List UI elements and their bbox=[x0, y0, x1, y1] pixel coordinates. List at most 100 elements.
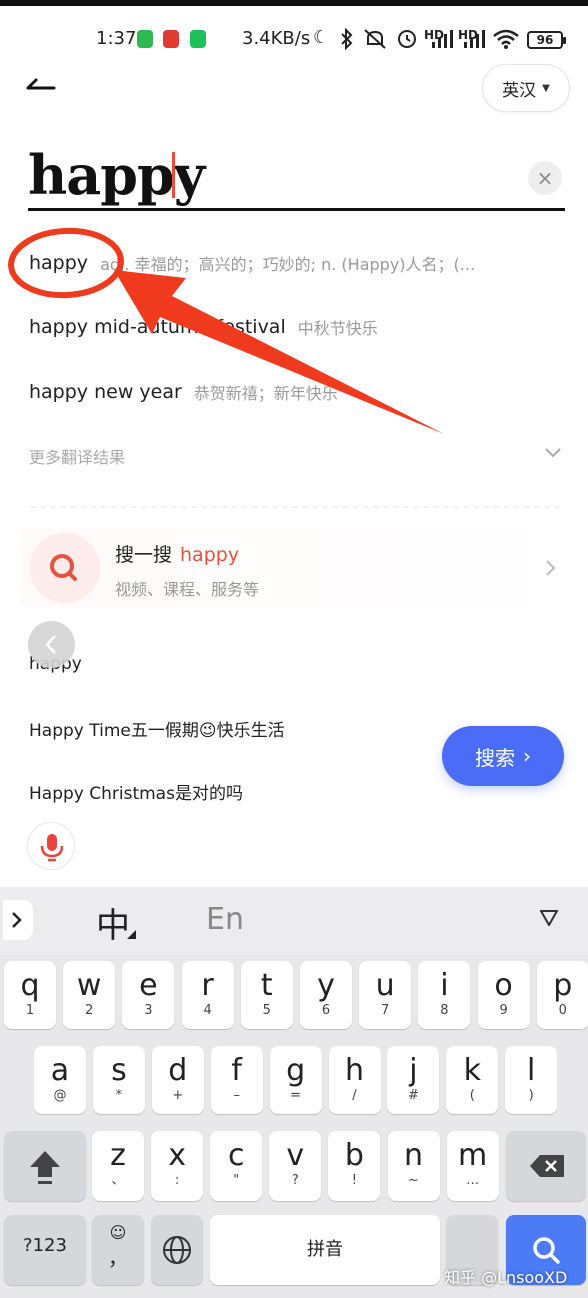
chat-notification-icon bbox=[190, 30, 206, 48]
english-mode-button[interactable]: En bbox=[206, 902, 244, 937]
clear-icon[interactable]: × bbox=[528, 161, 562, 195]
chevron-down-icon[interactable] bbox=[544, 446, 562, 460]
key-letter: b bbox=[344, 1138, 364, 1173]
suggestion-item[interactable]: happy mid-autumn festival 中秋节快乐 bbox=[29, 307, 559, 347]
back-arrow-icon[interactable] bbox=[24, 72, 56, 96]
microphone-icon bbox=[40, 834, 64, 862]
key-x[interactable]: x: bbox=[151, 1131, 204, 1201]
key-letter: y bbox=[317, 968, 335, 1003]
language-direction-button[interactable]: 英汉 ▼ bbox=[482, 64, 570, 112]
watermark: 知乎 @LnsooXD bbox=[444, 1268, 568, 1287]
key-symbol: 4 bbox=[203, 1003, 212, 1018]
comma-label: ， bbox=[108, 1246, 128, 1270]
key-letter: p bbox=[553, 968, 573, 1003]
key-symbol: 3 bbox=[144, 1003, 153, 1018]
suggestion-word: happy new year bbox=[29, 381, 182, 403]
search-button-label: 搜索 bbox=[475, 745, 515, 770]
suggestion-item[interactable]: happy adj. 幸福的；高兴的；巧妙的; n. (Happy)人名；(..… bbox=[29, 243, 559, 283]
key-symbol: 2 bbox=[85, 1003, 94, 1018]
key-h[interactable]: h / bbox=[328, 1046, 381, 1114]
key-u[interactable]: u7 bbox=[359, 961, 412, 1029]
search-button[interactable]: 搜索 › bbox=[442, 726, 564, 786]
chevron-right-icon bbox=[12, 912, 22, 928]
bluetooth-icon bbox=[341, 28, 353, 50]
key-r[interactable]: r4 bbox=[181, 961, 234, 1029]
key-letter: w bbox=[76, 968, 102, 1003]
hide-keyboard-icon[interactable] bbox=[540, 910, 558, 926]
keyboard-expand-button[interactable] bbox=[3, 900, 33, 940]
suggestion-item[interactable]: happy new year 恭贺新禧；新年快乐 bbox=[29, 372, 559, 412]
key-c[interactable]: c " bbox=[210, 1131, 263, 1201]
space-key-label: 拼音 bbox=[307, 1239, 343, 1260]
key-e[interactable]: e3 bbox=[122, 961, 175, 1029]
key-letter: q bbox=[20, 968, 40, 1003]
key-letter: j bbox=[409, 1053, 418, 1088]
search-input[interactable]: happy bbox=[28, 140, 205, 210]
text-cursor bbox=[172, 152, 175, 198]
search-card-title: 搜一搜 happy bbox=[115, 540, 239, 567]
key-o[interactable]: o9 bbox=[477, 961, 530, 1029]
history-item[interactable]: Happy Christmas是对的吗 bbox=[29, 779, 243, 804]
key-w[interactable]: w2 bbox=[63, 961, 116, 1029]
key-f[interactable]: f – bbox=[210, 1046, 263, 1114]
suggestion-definition: adj. 幸福的；高兴的；巧妙的; n. (Happy)人名；(... bbox=[100, 255, 476, 274]
key-symbol: ( bbox=[469, 1088, 475, 1103]
history-item[interactable]: Happy Time五一假期😉快乐生活 bbox=[29, 716, 285, 741]
key-v[interactable]: v? bbox=[269, 1131, 322, 1201]
key-q[interactable]: q1 bbox=[4, 961, 56, 1029]
more-results-link[interactable]: 更多翻译结果 bbox=[29, 444, 125, 468]
numbers-key-label: ?123 bbox=[23, 1235, 67, 1256]
key-g[interactable]: g = bbox=[269, 1046, 322, 1114]
key-a[interactable]: a @ bbox=[34, 1046, 86, 1114]
key-symbol: @ bbox=[53, 1088, 67, 1103]
key-z[interactable]: z、 bbox=[92, 1131, 144, 1201]
key-s[interactable]: s * bbox=[92, 1046, 145, 1114]
suggestion-definition: 中秋节快乐 bbox=[297, 319, 378, 338]
key-p[interactable]: p0 bbox=[536, 961, 588, 1029]
key-letter: i bbox=[440, 968, 449, 1003]
status-time: 1:37 bbox=[96, 28, 137, 49]
key-n[interactable]: n ~ bbox=[387, 1131, 440, 1201]
status-bar: 1:37 3.4KB/s ☾ HD HD 96 bbox=[0, 22, 588, 58]
key-letter: o bbox=[494, 968, 513, 1003]
key-symbol: 、 bbox=[111, 1173, 125, 1188]
key-letter: x bbox=[168, 1138, 186, 1173]
chevron-left-icon bbox=[45, 635, 56, 654]
key-symbol: " bbox=[233, 1173, 240, 1188]
key-letter: v bbox=[286, 1138, 305, 1173]
chevron-right-icon bbox=[546, 560, 556, 576]
key-letter: h bbox=[344, 1053, 364, 1088]
space-key[interactable]: 拼音 bbox=[210, 1215, 440, 1285]
search-underline bbox=[28, 208, 565, 211]
key-m[interactable]: m… bbox=[446, 1131, 499, 1201]
key-l[interactable]: l) bbox=[505, 1046, 558, 1114]
key-letter: l bbox=[527, 1053, 536, 1088]
chinese-mode-button[interactable]: 中 bbox=[96, 898, 130, 947]
globe-icon bbox=[163, 1236, 191, 1264]
web-search-card[interactable] bbox=[20, 528, 568, 608]
key-k[interactable]: k( bbox=[446, 1046, 499, 1114]
key-symbol: 7 bbox=[381, 1003, 390, 1018]
key-letter: n bbox=[403, 1138, 423, 1173]
backspace-key[interactable] bbox=[506, 1131, 586, 1201]
language-direction-label: 英汉 bbox=[502, 80, 537, 101]
key-symbol: 0 bbox=[558, 1003, 567, 1018]
globe-key[interactable] bbox=[151, 1215, 203, 1285]
key-symbol: ? bbox=[291, 1173, 299, 1188]
key-letter: f bbox=[231, 1053, 242, 1088]
key-i[interactable]: i8 bbox=[418, 961, 471, 1029]
key-letter: t bbox=[260, 968, 273, 1003]
key-t[interactable]: t5 bbox=[240, 961, 293, 1029]
battery-indicator: 96 bbox=[527, 31, 566, 49]
voice-input-button[interactable] bbox=[27, 822, 75, 870]
key-y[interactable]: y6 bbox=[300, 961, 352, 1029]
emoji-comma-key[interactable]: ☺ ， bbox=[92, 1215, 144, 1285]
key-d[interactable]: d + bbox=[151, 1046, 204, 1114]
shift-key[interactable] bbox=[4, 1131, 86, 1201]
numbers-key[interactable]: ?123 bbox=[4, 1215, 86, 1285]
floating-back-button[interactable] bbox=[28, 621, 75, 668]
key-j[interactable]: j # bbox=[387, 1046, 440, 1114]
signal-icon bbox=[464, 30, 485, 48]
divider bbox=[30, 506, 560, 508]
key-b[interactable]: b! bbox=[328, 1131, 381, 1201]
